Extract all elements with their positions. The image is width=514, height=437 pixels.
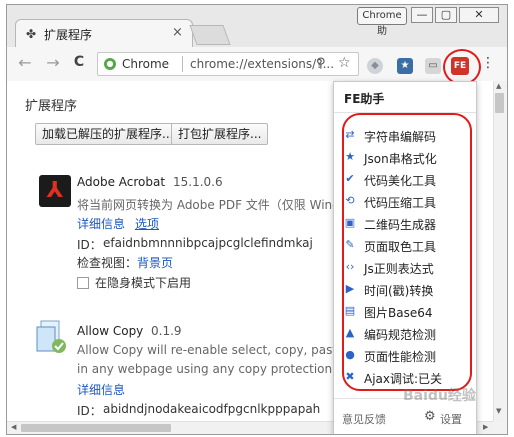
bookmark-star-icon[interactable]: ☆ <box>338 55 351 71</box>
reload-icon[interactable]: C <box>69 54 89 70</box>
popup-title: FE助手 <box>344 92 385 106</box>
vertical-scroll-thumb[interactable] <box>495 93 504 113</box>
browser-window: Chrome助 — ▢ ✕ ✤ 扩展程序 × ← → C ● Chrome ch… <box>6 4 508 435</box>
chrome-menu-icon[interactable]: ⋮ <box>481 55 495 71</box>
tab-extensions[interactable]: ✤ 扩展程序 × <box>15 19 193 47</box>
extension-window-icon[interactable]: ▭ <box>425 58 441 74</box>
extension-name: Allow Copy <box>77 324 144 338</box>
adobe-acrobat-logo: ⅄ <box>39 175 71 207</box>
title-bar: Chrome助 — ▢ ✕ ✤ 扩展程序 × <box>7 5 507 47</box>
inspect-views-label: 检查视图： <box>77 256 138 270</box>
extension-blue-icon[interactable]: ★ <box>397 58 413 74</box>
extension-gray-icon[interactable]: ◆ <box>367 58 383 74</box>
extension-description: 将当前网页转换为 Adobe PDF 文件（仅限 Windows） <box>77 198 376 212</box>
fe-highlight-circle <box>443 49 481 85</box>
extension-id: abidndjnodakeaicodfpgcnlkpppapah <box>103 402 321 416</box>
scroll-right-arrow[interactable]: ▶ <box>483 423 488 431</box>
extension-id-label: ID： <box>77 238 102 252</box>
vertical-scrollbar[interactable] <box>493 81 507 421</box>
feedback-link[interactable]: 意见反馈 <box>342 411 386 427</box>
incognito-label: 在隐身模式下启用 <box>95 276 192 290</box>
incognito-checkbox[interactable] <box>77 277 89 289</box>
tab-title: 扩展程序 <box>44 28 93 42</box>
chrome-profile-badge[interactable]: Chrome助 <box>357 7 407 37</box>
new-tab-button[interactable] <box>189 25 231 45</box>
scroll-down-arrow[interactable]: ▼ <box>496 407 501 415</box>
address-separator <box>182 56 183 72</box>
address-bar[interactable]: ● Chrome chrome://extensions/?... ⚲ ☆ <box>97 52 359 76</box>
background-page-link[interactable]: 背景页 <box>137 254 173 271</box>
url-text[interactable]: chrome://extensions/?... <box>190 57 334 71</box>
scheme-label: Chrome <box>122 57 170 71</box>
toolbar: ← → C ● Chrome chrome://extensions/?... … <box>7 47 507 85</box>
settings-link[interactable]: 设置 <box>440 411 462 427</box>
extension-id-label: ID： <box>77 404 102 418</box>
extension-version: 15.1.0.6 <box>173 175 223 189</box>
allow-copy-logo <box>35 319 69 355</box>
tab-close-icon[interactable]: × <box>172 25 183 40</box>
extension-version: 0.1.9 <box>151 324 182 338</box>
puzzle-icon: ✤ <box>26 27 37 41</box>
pack-extension-button[interactable]: 打包扩展程序... <box>171 123 269 145</box>
gear-icon[interactable]: ⚙ <box>424 409 436 424</box>
forward-icon[interactable]: → <box>43 53 63 72</box>
secure-lock-icon: ● <box>104 58 116 70</box>
page-title: 扩展程序 <box>25 99 78 114</box>
extension-name: Adobe Acrobat <box>77 175 166 189</box>
load-unpacked-button[interactable]: 加载已解压的扩展程序... <box>35 123 181 145</box>
horizontal-scroll-thumb[interactable] <box>21 424 171 432</box>
back-icon[interactable]: ← <box>15 53 35 72</box>
details-link[interactable]: 详细信息 <box>77 215 125 232</box>
zoom-icon[interactable]: ⚲ <box>316 56 326 71</box>
close-window-button[interactable]: ✕ <box>459 7 499 23</box>
watermark: Baidu经验 <box>403 388 476 404</box>
extension-id: efaidnbmnnnibpcajpcglclefindmkaj <box>103 236 313 250</box>
options-link[interactable]: 选项 <box>135 215 159 232</box>
minimize-button[interactable]: — <box>411 7 433 23</box>
tools-highlight-outline <box>342 113 472 391</box>
details-link[interactable]: 详细信息 <box>77 381 125 398</box>
scroll-left-arrow[interactable]: ◀ <box>11 423 16 431</box>
scroll-up-arrow[interactable]: ▲ <box>496 82 501 90</box>
maximize-button[interactable]: ▢ <box>435 7 457 23</box>
extension-description-line2: in any webpage using any copy protection… <box>77 362 336 376</box>
